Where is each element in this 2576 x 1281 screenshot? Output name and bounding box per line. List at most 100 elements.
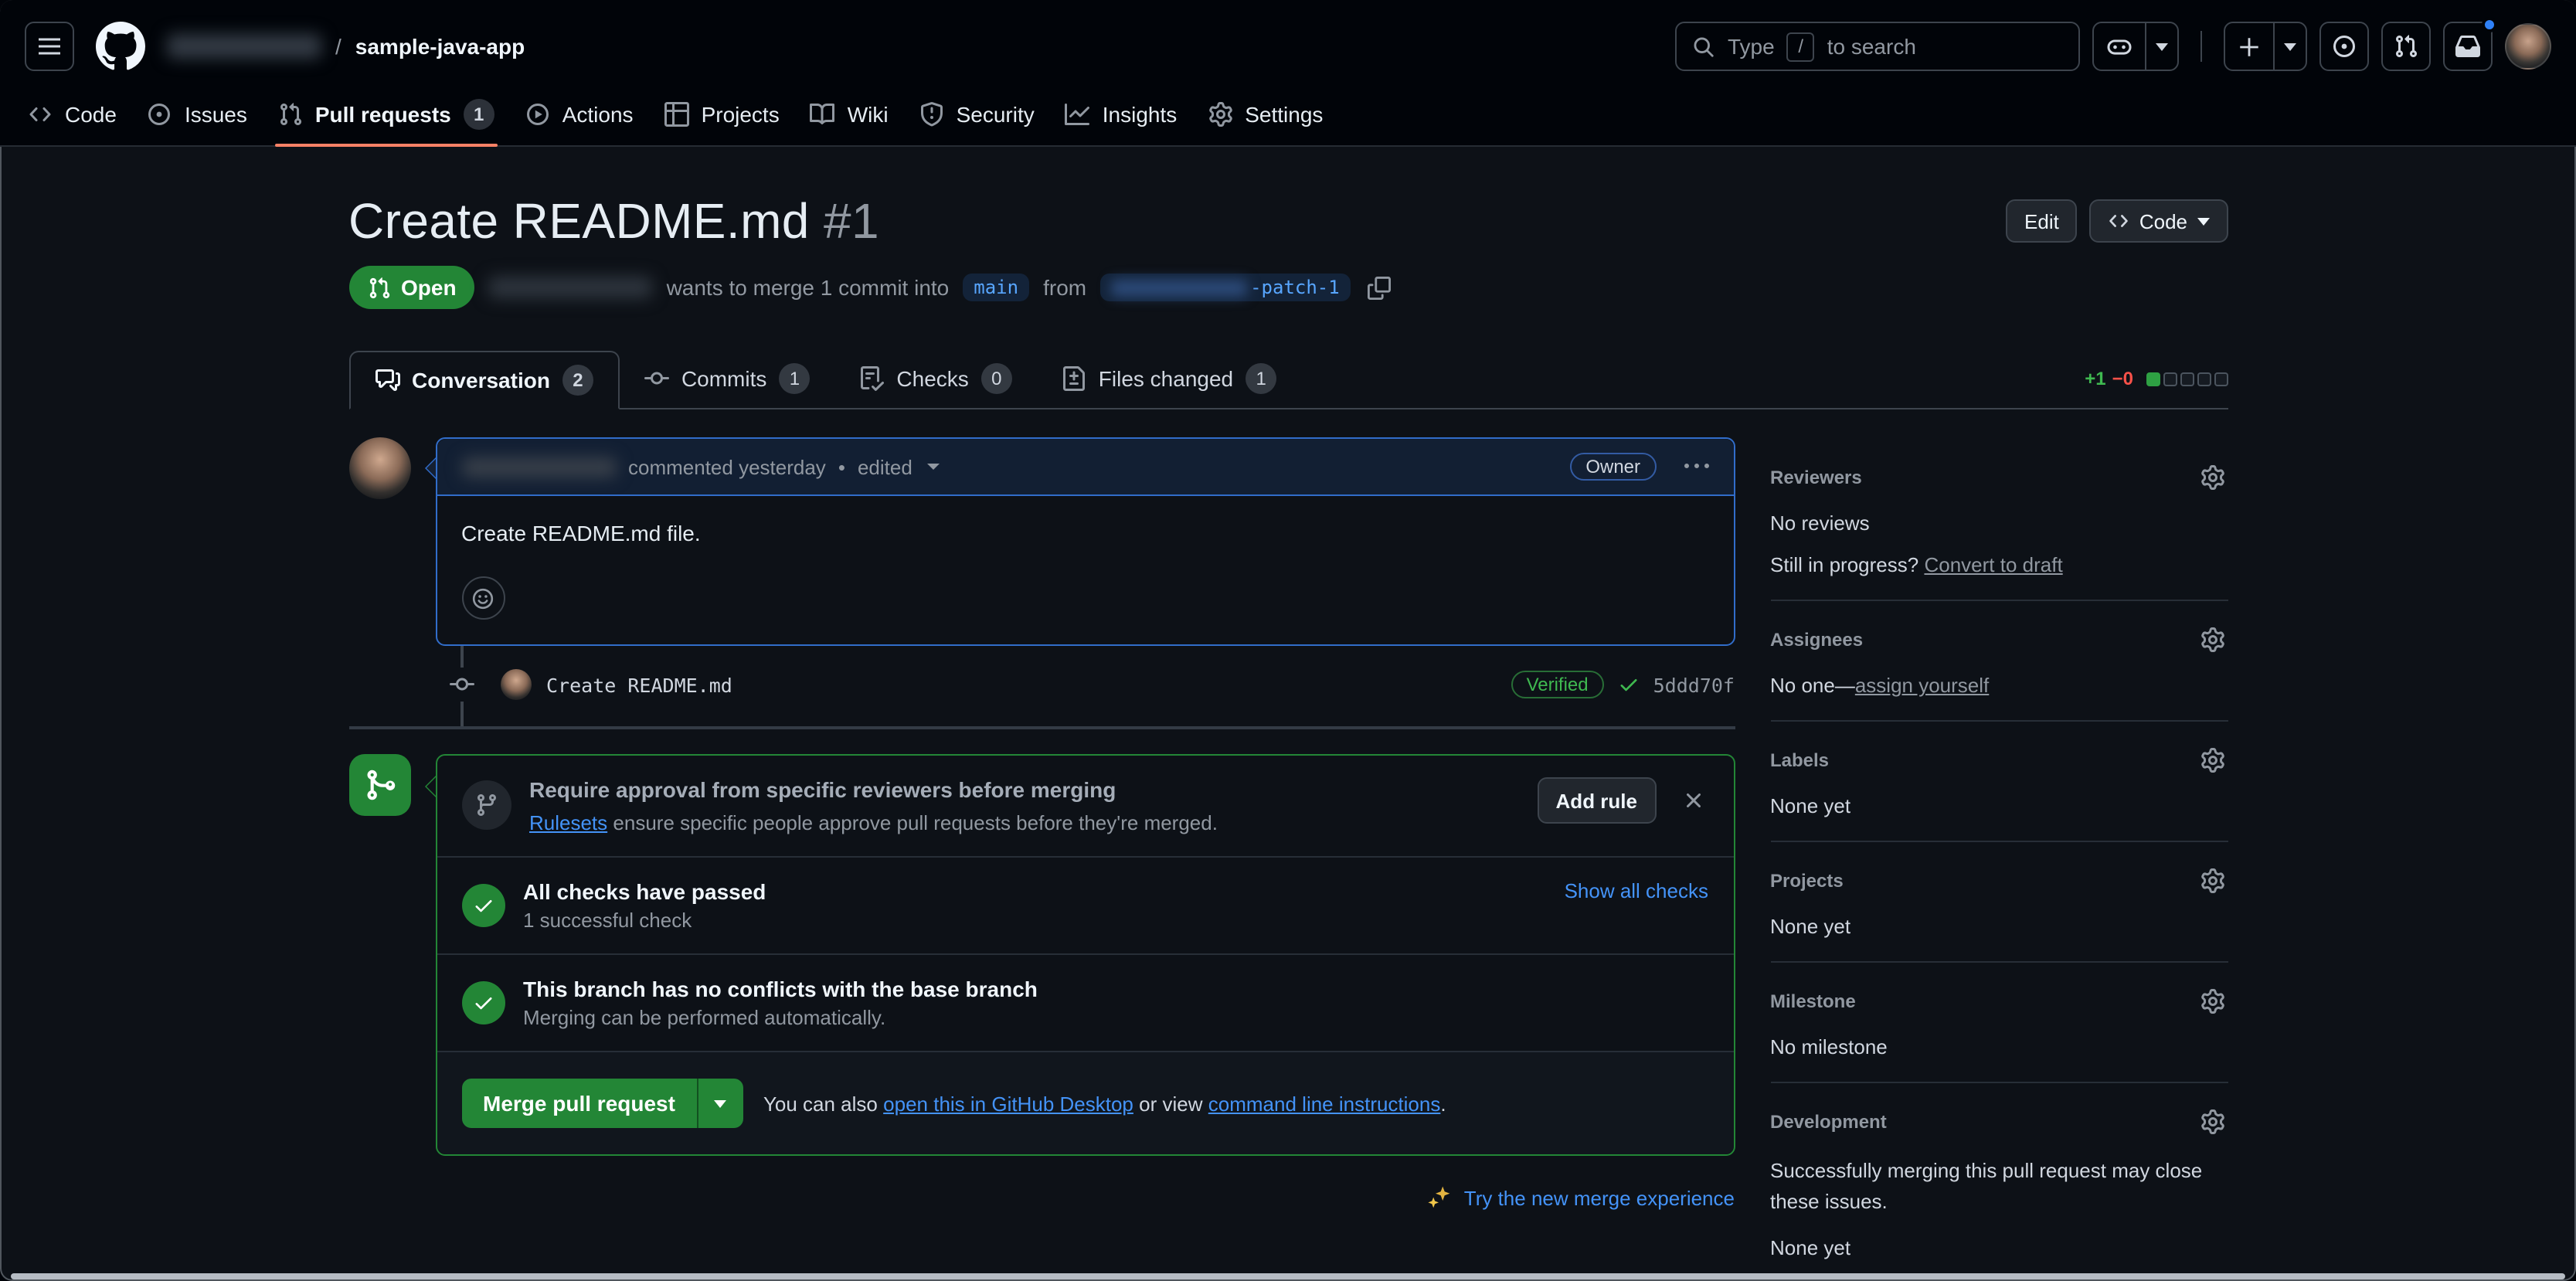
sparkles-icon bbox=[1429, 1185, 1453, 1210]
issue-opened-icon bbox=[2332, 34, 2357, 59]
projects-value: None yet bbox=[1770, 915, 2228, 938]
comment-author-redacted[interactable] bbox=[461, 457, 616, 477]
book-icon bbox=[811, 102, 835, 127]
copy-branch-button[interactable] bbox=[1364, 273, 1394, 302]
code-icon bbox=[2109, 210, 2130, 232]
repo-nav-projects[interactable]: Projects bbox=[652, 91, 792, 138]
repo-name-link[interactable]: sample-java-app bbox=[355, 34, 525, 59]
checks-title: All checks have passed bbox=[523, 879, 766, 904]
checks-passed-icon bbox=[461, 884, 505, 927]
projects-gear-button[interactable] bbox=[2197, 865, 2228, 896]
conflicts-title: This branch has no conflicts with the ba… bbox=[523, 977, 1038, 1001]
sidebar-labels: Labels None yet bbox=[1770, 745, 2228, 817]
no-conflicts-icon bbox=[461, 981, 505, 1024]
close-icon bbox=[1681, 788, 1705, 813]
pr-timeline: Create README.md Verified 5ddd70f bbox=[348, 646, 1735, 726]
tab-checks[interactable]: Checks 0 bbox=[834, 349, 1036, 408]
commit-message-link[interactable]: Create README.md bbox=[546, 673, 732, 696]
search-placeholder-prefix: Type bbox=[1728, 34, 1775, 59]
comment-discussion-icon bbox=[375, 368, 399, 392]
reviewers-gear-button[interactable] bbox=[2197, 462, 2228, 493]
user-avatar[interactable] bbox=[2505, 23, 2551, 70]
show-all-checks-link[interactable]: Show all checks bbox=[1565, 879, 1708, 902]
dismiss-banner-button[interactable] bbox=[1677, 785, 1708, 816]
development-gear-button[interactable] bbox=[2197, 1106, 2228, 1137]
repo-nav-issues[interactable]: Issues bbox=[135, 91, 260, 138]
try-new-merge-link[interactable]: Try the new merge experience bbox=[1464, 1186, 1735, 1209]
sidebar-reviewers: Reviewers No reviews Still in progress? … bbox=[1770, 462, 2228, 576]
merge-pull-request-button[interactable]: Merge pull request bbox=[461, 1079, 743, 1128]
sidebar-projects: Projects None yet bbox=[1770, 865, 2228, 938]
merge-options-dropdown[interactable] bbox=[697, 1079, 743, 1128]
pr-content: Create README.md #1 Edit Code Open wants… bbox=[348, 193, 2228, 1260]
git-pull-request-icon bbox=[278, 102, 303, 127]
shield-icon bbox=[919, 102, 944, 127]
your-pull-requests-button[interactable] bbox=[2381, 22, 2431, 71]
comment-options-button[interactable] bbox=[1677, 451, 1715, 482]
git-commit-icon bbox=[644, 366, 669, 391]
rule-icon-circle bbox=[461, 780, 511, 830]
edited-label[interactable]: edited bbox=[858, 455, 912, 478]
code-dropdown-button[interactable]: Code bbox=[2090, 199, 2228, 243]
add-rule-button[interactable]: Add rule bbox=[1538, 777, 1656, 824]
repo-nav-code[interactable]: Code bbox=[15, 91, 129, 138]
inbox-icon bbox=[2455, 34, 2480, 59]
labels-gear-button[interactable] bbox=[2197, 745, 2228, 776]
committer-avatar[interactable] bbox=[500, 669, 531, 700]
git-branch-icon bbox=[474, 793, 498, 817]
header-divider bbox=[2200, 31, 2202, 62]
unread-notification-dot bbox=[2482, 17, 2497, 32]
repo-nav-insights[interactable]: Insights bbox=[1053, 91, 1190, 138]
tab-files-changed[interactable]: Files changed 1 bbox=[1037, 349, 1301, 408]
command-line-instructions-link[interactable]: command line instructions bbox=[1208, 1092, 1441, 1115]
conflicts-subtitle: Merging can be performed automatically. bbox=[523, 1006, 1038, 1029]
verified-badge[interactable]: Verified bbox=[1511, 671, 1604, 698]
assign-yourself-link[interactable]: assign yourself bbox=[1855, 674, 1989, 697]
kebab-horizontal-icon bbox=[1684, 454, 1708, 479]
checks-subtitle: 1 successful check bbox=[523, 909, 766, 932]
merge-status-section: Require approval from specific reviewers… bbox=[348, 754, 1735, 1156]
create-new-button[interactable] bbox=[2224, 22, 2307, 71]
repo-nav-security[interactable]: Security bbox=[907, 91, 1047, 138]
repo-owner-redacted[interactable] bbox=[167, 34, 321, 59]
search-icon bbox=[1692, 35, 1715, 58]
repo-nav: Code Issues Pull requests 1 Actions Proj… bbox=[0, 83, 2576, 145]
author-avatar[interactable] bbox=[348, 437, 410, 499]
search-input[interactable]: Type / to search bbox=[1675, 22, 2080, 71]
commit-sha-link[interactable]: 5ddd70f bbox=[1653, 673, 1735, 696]
chevron-down-icon[interactable] bbox=[928, 464, 940, 470]
repo-nav-pull-requests[interactable]: Pull requests 1 bbox=[266, 91, 507, 138]
gear-icon bbox=[2200, 465, 2224, 490]
copilot-button[interactable] bbox=[2092, 22, 2179, 71]
repo-nav-actions[interactable]: Actions bbox=[513, 91, 646, 138]
git-pull-request-icon bbox=[367, 276, 390, 299]
copilot-dropdown[interactable] bbox=[2145, 23, 2177, 70]
sidebar-divider bbox=[1770, 720, 2228, 722]
head-branch-label[interactable]: -patch-1 bbox=[1100, 274, 1351, 301]
edit-button[interactable]: Edit bbox=[2006, 199, 2078, 243]
convert-to-draft-link[interactable]: Convert to draft bbox=[1924, 553, 2062, 576]
git-pull-request-icon bbox=[2394, 34, 2418, 59]
merge-actions-footer: Merge pull request You can also open thi… bbox=[437, 1051, 1733, 1154]
inbox-button[interactable] bbox=[2443, 22, 2493, 71]
your-issues-button[interactable] bbox=[2319, 22, 2369, 71]
window-bottom-edge bbox=[11, 1273, 2565, 1279]
milestone-gear-button[interactable] bbox=[2197, 986, 2228, 1017]
tab-commits[interactable]: Commits 1 bbox=[620, 349, 834, 408]
repo-nav-settings[interactable]: Settings bbox=[1195, 91, 1335, 138]
pr-author-redacted[interactable] bbox=[489, 277, 653, 298]
base-branch-label[interactable]: main bbox=[963, 274, 1029, 301]
github-logo[interactable] bbox=[96, 22, 145, 71]
three-bars-icon bbox=[37, 34, 62, 59]
assignees-gear-button[interactable] bbox=[2197, 624, 2228, 655]
rulesets-link[interactable]: Rulesets bbox=[529, 811, 607, 834]
issue-opened-icon bbox=[148, 102, 172, 127]
hamburger-menu-button[interactable] bbox=[25, 22, 74, 71]
milestone-value: No milestone bbox=[1770, 1035, 2228, 1058]
github-desktop-link[interactable]: open this in GitHub Desktop bbox=[883, 1092, 1133, 1115]
repo-nav-wiki[interactable]: Wiki bbox=[798, 91, 901, 138]
smiley-icon bbox=[471, 586, 494, 610]
tab-conversation[interactable]: Conversation 2 bbox=[348, 351, 620, 409]
add-reaction-button[interactable] bbox=[461, 576, 505, 620]
owner-badge: Owner bbox=[1570, 453, 1656, 481]
